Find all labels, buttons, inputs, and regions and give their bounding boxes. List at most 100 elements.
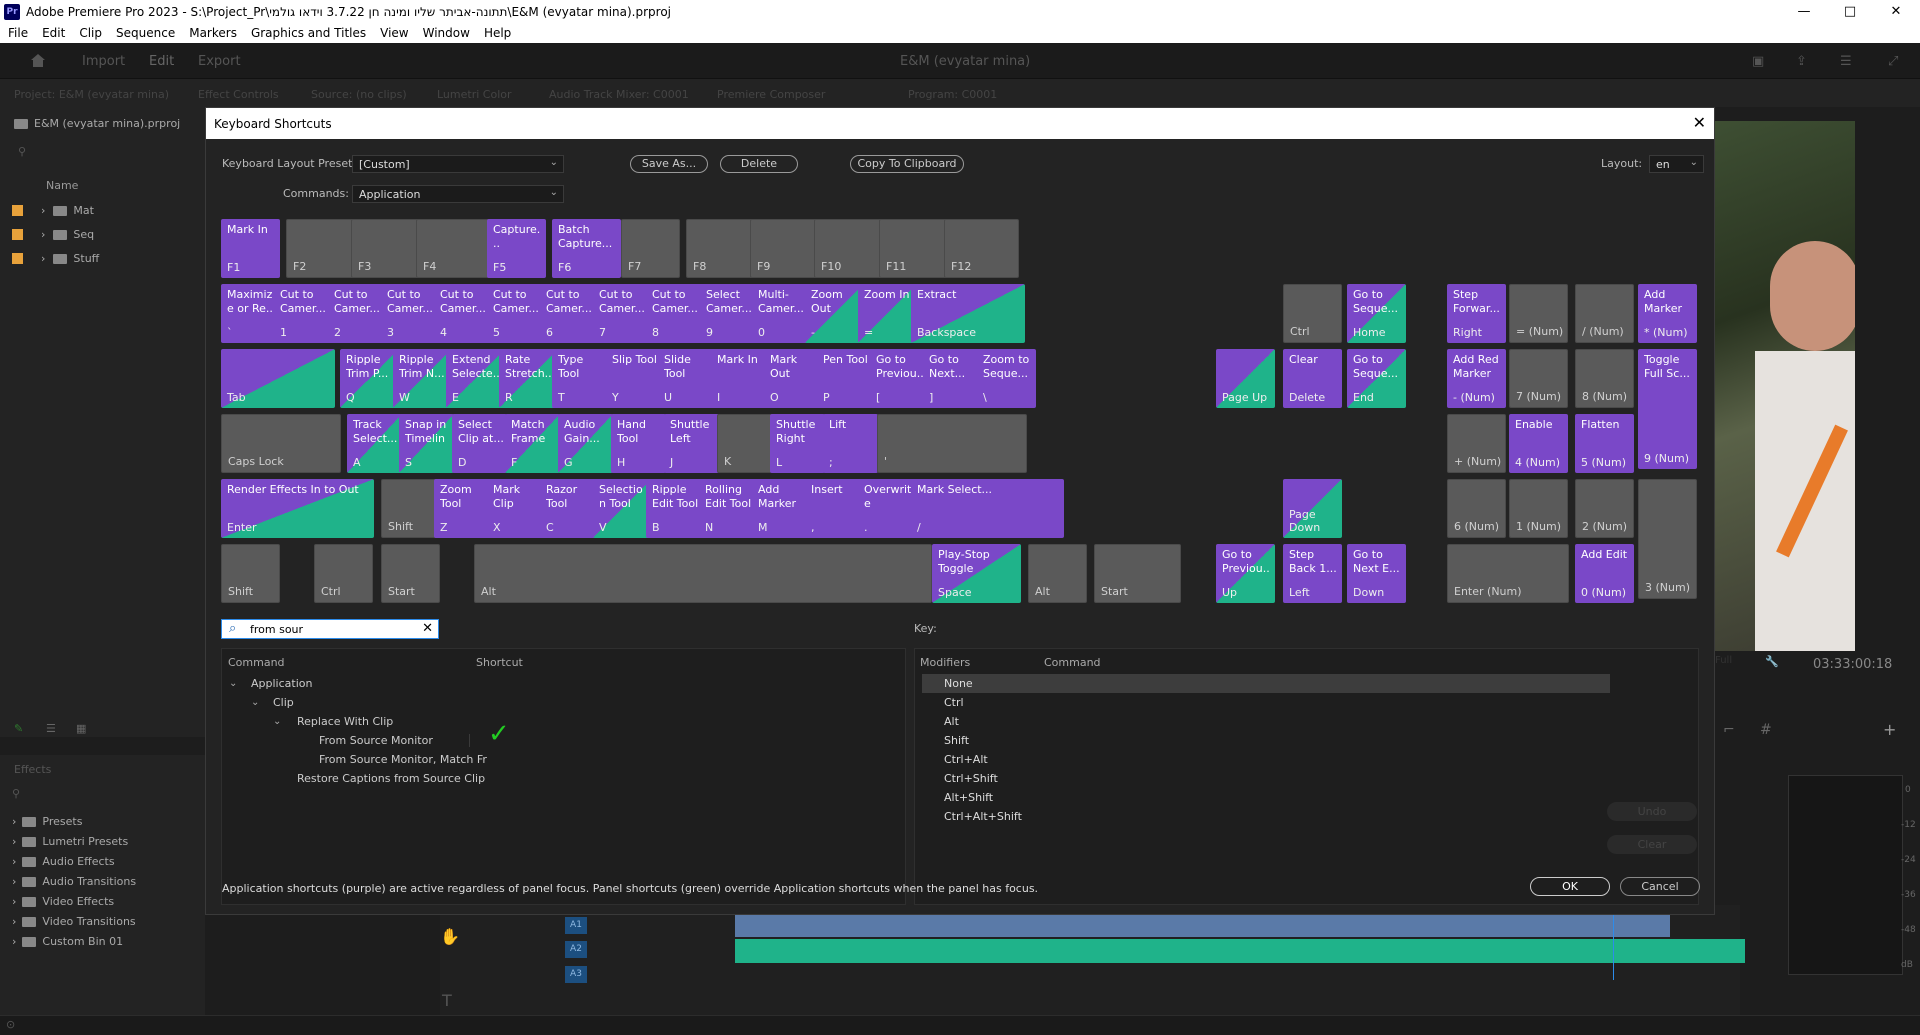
key-caps-lock[interactable]: Caps Lock	[221, 414, 341, 473]
key-2[interactable]: Cut to Camer... 2	[328, 284, 387, 343]
effects-item[interactable]: › Video Effects	[12, 895, 114, 908]
key-[interactable]: Go to Next...]	[923, 349, 982, 408]
effects-item[interactable]: › Audio Effects	[12, 855, 115, 868]
key-w[interactable]: Ripple Trim N... W	[393, 349, 452, 408]
key-[interactable]: Overwrite.	[858, 479, 917, 538]
effects-item[interactable]: › Video Transitions	[12, 915, 136, 928]
tab-effect-controls[interactable]: Effect Controls	[198, 88, 279, 101]
track-a3[interactable]: A3	[565, 966, 587, 983]
menu-view[interactable]: View	[373, 26, 415, 40]
workspace-tab-edit[interactable]: Edit	[149, 54, 174, 69]
key-1-num[interactable]: 1 (Num)	[1509, 479, 1568, 538]
tab-premiere-composer[interactable]: Premiere Composer	[717, 88, 825, 101]
key-0-num[interactable]: Add Edit 0 (Num)	[1575, 544, 1634, 603]
key-e[interactable]: Extend Selecte... E	[446, 349, 505, 408]
key-j[interactable]: Shuttle Left J	[664, 414, 719, 473]
key-l[interactable]: Shuttle Right L	[770, 414, 825, 473]
modifier-row-ctrl-alt-shift[interactable]: Ctrl+Alt+Shift	[922, 807, 1610, 826]
workspace-tab-import[interactable]: Import	[82, 54, 125, 69]
key-f2[interactable]: F2	[286, 219, 361, 278]
audio-clip-a1[interactable]	[735, 915, 1670, 937]
chevron-right-icon[interactable]: ›	[12, 815, 16, 828]
menu-graphics-titles[interactable]: Graphics and Titles	[244, 26, 373, 40]
chevron-right-icon[interactable]: ›	[12, 855, 16, 868]
list-view-icon[interactable]: ☰	[46, 722, 56, 735]
key-page-down[interactable]: Page Down	[1283, 479, 1342, 538]
snap-icon[interactable]: ⌐	[1723, 722, 1735, 738]
icon-view-icon[interactable]: ▦	[76, 722, 86, 735]
key-home[interactable]: Go to Seque... Home	[1347, 284, 1406, 343]
tree-row-restore-captions[interactable]: Restore Captions from Source Clip	[221, 769, 906, 788]
tab-effects[interactable]: Effects	[14, 763, 51, 776]
chevron-down-icon[interactable]: ⌄	[229, 674, 237, 693]
key-s[interactable]: Snap in Timeline S	[399, 414, 454, 473]
key-1[interactable]: Cut to Camer... 1	[274, 284, 333, 343]
key-5-num[interactable]: Flatten 5 (Num)	[1575, 414, 1634, 473]
key-[interactable]: Lift;	[823, 414, 878, 473]
tree-row-replace-with-clip[interactable]: ⌄ Replace With Clip	[221, 712, 906, 731]
menu-lines-icon[interactable]: ☰	[1840, 54, 1852, 69]
share-icon[interactable]: ⇪	[1796, 54, 1807, 69]
pencil-icon[interactable]: ✎	[14, 722, 23, 735]
menu-clip[interactable]: Clip	[72, 26, 109, 40]
key-down[interactable]: Go to Next E... Down	[1347, 544, 1406, 603]
delete-preset-button[interactable]: Delete	[720, 155, 798, 173]
key-num[interactable]: Add Red Marker - (Num)	[1447, 349, 1506, 408]
key-page-up[interactable]: Page Up	[1216, 349, 1275, 408]
fit-dropdown[interactable]: Full	[1715, 655, 1732, 666]
playhead[interactable]	[1613, 905, 1614, 980]
key-[interactable]: Zoom to Seque... \	[977, 349, 1036, 408]
key-8-num[interactable]: 8 (Num)	[1575, 349, 1634, 408]
copy-to-clipboard-button[interactable]: Copy To Clipboard	[850, 155, 964, 173]
key-p[interactable]: Pen Tool P	[817, 349, 876, 408]
key-num[interactable]: Add Marker * (Num)	[1638, 284, 1697, 343]
bin-row-stuff[interactable]: › Stuff	[12, 252, 99, 265]
bin-row-mat[interactable]: › Mat	[12, 204, 94, 217]
undo-button[interactable]: Undo	[1607, 802, 1697, 821]
menu-window[interactable]: Window	[416, 26, 477, 40]
key-f4[interactable]: F4	[416, 219, 491, 278]
modifier-row-shift[interactable]: Shift	[922, 731, 1610, 750]
key-9[interactable]: Select Camer... 9	[700, 284, 759, 343]
chevron-right-icon[interactable]: ›	[12, 935, 16, 948]
shortcut-search-field[interactable]: ⌕ from sour ✕	[221, 619, 439, 639]
tab-source[interactable]: Source: (no clips)	[311, 88, 407, 101]
timecode[interactable]: 03:33:00:18	[1813, 657, 1892, 672]
modifier-row-alt-shift[interactable]: Alt+Shift	[922, 788, 1610, 807]
key-3[interactable]: Cut to Camer... 3	[381, 284, 440, 343]
key-right[interactable]: Step Forwar... Right	[1447, 284, 1506, 343]
modifier-row-alt[interactable]: Alt	[922, 712, 1610, 731]
tab-audio-track-mixer[interactable]: Audio Track Mixer: C0001	[549, 88, 689, 101]
command-column-header[interactable]: Command	[228, 656, 285, 669]
key-3-num[interactable]: 3 (Num)	[1638, 479, 1697, 599]
key-5[interactable]: Cut to Camer... 5	[487, 284, 546, 343]
chevron-right-icon[interactable]: ›	[41, 228, 45, 241]
expand-icon[interactable]: ⤢	[1888, 54, 1898, 69]
key-9-num[interactable]: Toggle Full Sc... 9 (Num)	[1638, 349, 1697, 469]
modifier-row-none[interactable]: None	[922, 674, 1610, 693]
ok-button[interactable]: OK	[1530, 877, 1610, 896]
key-f5[interactable]: Capture... F5	[487, 219, 546, 278]
key-num[interactable]: = (Num)	[1509, 284, 1568, 343]
key-f11[interactable]: F11	[879, 219, 954, 278]
key-0[interactable]: Multi-Camer... 0	[752, 284, 811, 343]
workspace-icon[interactable]: ▣	[1752, 54, 1764, 69]
key-6[interactable]: Cut to Camer... 6	[540, 284, 599, 343]
key-7-num[interactable]: 7 (Num)	[1509, 349, 1568, 408]
key-f3[interactable]: F3	[351, 219, 426, 278]
key-tab[interactable]: Tab	[221, 349, 335, 408]
key-ctrl[interactable]: Ctrl	[314, 544, 373, 603]
modifier-row-ctrl-shift[interactable]: Ctrl+Shift	[922, 769, 1610, 788]
tab-program-monitor[interactable]: Program: C0001	[908, 88, 997, 101]
menu-file[interactable]: File	[0, 26, 35, 40]
key-ctrl[interactable]: Ctrl	[1283, 284, 1342, 343]
key-g[interactable]: Audio Gain... G	[558, 414, 613, 473]
key-t[interactable]: Type Tool T	[552, 349, 611, 408]
chevron-right-icon[interactable]: ›	[12, 895, 16, 908]
menu-edit[interactable]: Edit	[35, 26, 72, 40]
maximize-button[interactable]: □	[1827, 0, 1873, 23]
chevron-right-icon[interactable]: ›	[41, 204, 45, 217]
key-k[interactable]: K	[717, 414, 772, 473]
key-enter-num[interactable]: Enter (Num)	[1447, 544, 1569, 603]
key-i[interactable]: Mark In I	[711, 349, 770, 408]
